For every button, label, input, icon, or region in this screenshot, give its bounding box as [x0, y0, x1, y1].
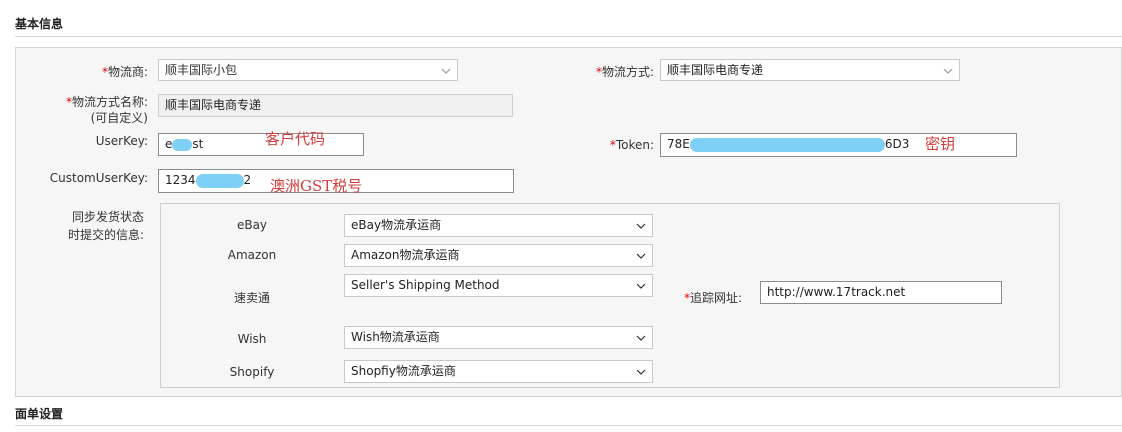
- userkey-value: e: [165, 137, 173, 151]
- chevron-down-icon: [636, 367, 646, 377]
- platform-select-shopify[interactable]: Shopfiy物流承运商: [344, 360, 653, 383]
- tracking-url-value: http://www.17track.net: [767, 285, 906, 299]
- section-title-waybill-settings: 面单设置: [15, 407, 64, 421]
- sync-label: 同步发货状态 时提交的信息:: [30, 208, 144, 244]
- carrier-select[interactable]: 顺丰国际小包: [158, 59, 458, 81]
- customuserkey-value: 1234: [165, 173, 196, 187]
- platform-label-amazon: Amazon: [227, 248, 277, 262]
- carrier-label: *物流商:: [40, 63, 148, 80]
- userkey-annotation: 客户代码: [265, 130, 326, 148]
- tracking-url-label-text: 追踪网址:: [689, 291, 742, 305]
- method-name-label-line1: *物流方式名称:: [30, 94, 148, 110]
- userkey-input[interactable]: e st: [158, 133, 364, 156]
- method-name-label-line2: (可自定义): [90, 111, 148, 125]
- token-value-tail: 6D3: [884, 137, 910, 151]
- chevron-down-icon: [636, 251, 646, 261]
- platform-select-value: Seller's Shipping Method: [351, 278, 500, 292]
- token-input[interactable]: 78E 6D3: [660, 133, 1017, 157]
- platform-label-wish: Wish: [237, 332, 267, 346]
- redaction-mark: [689, 137, 885, 152]
- method-label-text: 物流方式:: [601, 65, 654, 79]
- redaction-mark: [172, 138, 193, 151]
- tracking-url-input[interactable]: http://www.17track.net: [760, 281, 1002, 304]
- chevron-down-icon: [441, 66, 451, 76]
- chevron-down-icon: [636, 221, 646, 231]
- platform-label-shopify: Shopify: [229, 365, 275, 379]
- carrier-label-text: 物流商:: [107, 65, 148, 79]
- platform-select-value: Wish物流承运商: [351, 330, 440, 344]
- platform-select-aliexpress[interactable]: Seller's Shipping Method: [344, 274, 653, 297]
- customuserkey-annotation: 澳洲GST税号: [270, 177, 363, 195]
- method-select-value: 顺丰国际电商专递: [667, 63, 764, 77]
- chevron-down-icon: [636, 333, 646, 343]
- chevron-down-icon: [636, 281, 646, 291]
- userkey-label: UserKey:: [95, 134, 148, 148]
- token-annotation: 密钥: [925, 135, 956, 153]
- token-label-text: Token:: [615, 138, 654, 152]
- platform-label-aliexpress: 速卖通: [233, 291, 270, 305]
- carrier-select-value: 顺丰国际小包: [165, 63, 238, 77]
- platform-select-ebay[interactable]: eBay物流承运商: [344, 214, 653, 237]
- platform-label-ebay: eBay: [236, 218, 268, 232]
- sync-label-line1: 同步发货状态: [71, 210, 144, 224]
- method-name-label-text: 物流方式名称:: [71, 95, 148, 109]
- sync-label-line2: 时提交的信息:: [67, 228, 144, 242]
- userkey-value-tail: st: [192, 137, 204, 151]
- method-name-input[interactable]: 顺丰国际电商专递: [158, 94, 513, 117]
- section-title-basic-info: 基本信息: [15, 17, 64, 31]
- section-divider: [15, 36, 1122, 37]
- platform-select-amazon[interactable]: Amazon物流承运商: [344, 244, 653, 267]
- method-label: *物流方式:: [560, 63, 654, 80]
- token-value: 78E: [667, 137, 690, 151]
- method-select[interactable]: 顺丰国际电商专递: [660, 59, 960, 81]
- token-label: *Token:: [580, 138, 654, 152]
- platform-select-value: Amazon物流承运商: [351, 248, 460, 262]
- customuserkey-label: CustomUserKey:: [49, 171, 148, 185]
- customuserkey-value-tail: 2: [243, 173, 252, 187]
- platform-select-value: eBay物流承运商: [351, 218, 442, 232]
- platform-select-wish[interactable]: Wish物流承运商: [344, 326, 653, 349]
- tracking-url-label: *追踪网址:: [670, 289, 742, 306]
- method-name-label: *物流方式名称: (可自定义): [30, 94, 148, 126]
- platform-select-value: Shopfiy物流承运商: [351, 364, 456, 378]
- method-name-value: 顺丰国际电商专递: [165, 98, 262, 112]
- redaction-mark: [195, 173, 244, 188]
- section-divider: [15, 425, 1122, 426]
- chevron-down-icon: [943, 66, 953, 76]
